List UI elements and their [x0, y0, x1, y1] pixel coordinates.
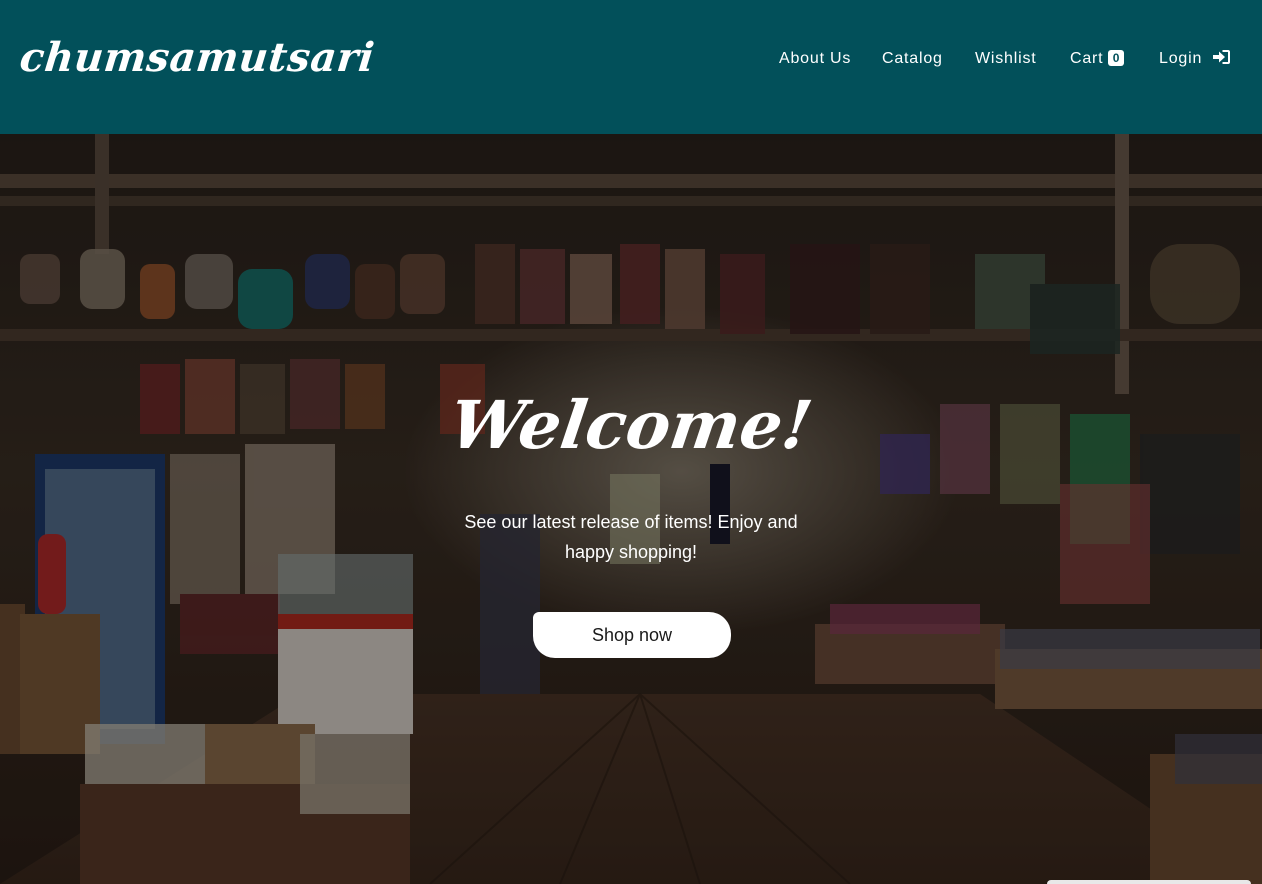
brand-logo[interactable]: chumsamutsari: [18, 34, 377, 81]
sign-in-arrow-icon: [1213, 49, 1231, 64]
nav-wishlist[interactable]: Wishlist: [975, 50, 1037, 72]
shop-now-button[interactable]: Shop now: [533, 612, 731, 658]
corner-widget-tab[interactable]: [1047, 880, 1251, 884]
cart-count-badge: 0: [1108, 49, 1125, 66]
hero-subtitle: See our latest release of items! Enjoy a…: [464, 512, 798, 562]
navbar: chumsamutsari About Us Catalog Wishlist …: [0, 0, 1262, 134]
cart-label: Cart: [1070, 50, 1104, 67]
nav-about-us[interactable]: About Us: [779, 50, 851, 72]
hero-section: Welcome! See our latest release of items…: [0, 134, 1262, 884]
nav-cart[interactable]: Cart 0: [1070, 49, 1125, 72]
nav-catalog[interactable]: Catalog: [882, 50, 943, 72]
login-label: Login: [1159, 50, 1203, 67]
hero-heading: Welcome!: [445, 386, 817, 464]
nav-login[interactable]: Login: [1159, 49, 1231, 72]
